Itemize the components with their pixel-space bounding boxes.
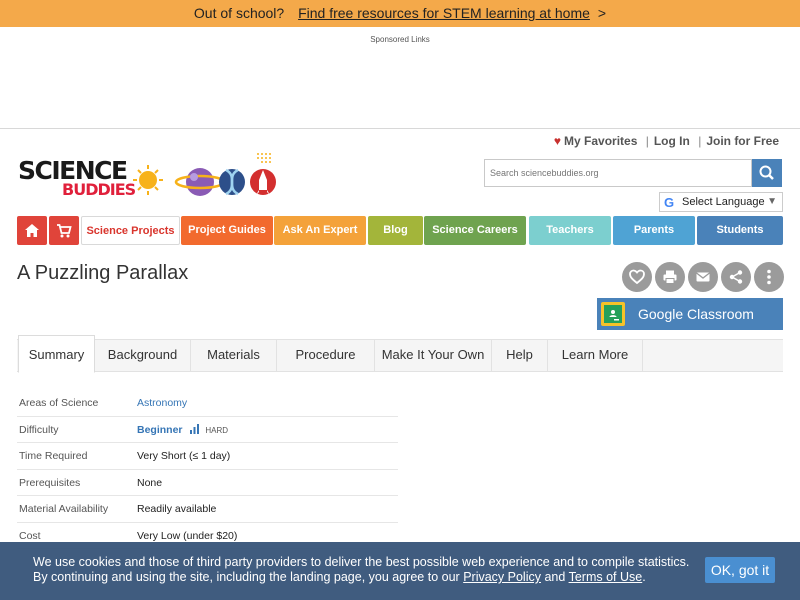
more-icon <box>767 269 771 285</box>
table-row: Areas of Science Astronomy <box>17 390 398 417</box>
fact-key: Material Availability <box>19 503 109 515</box>
promo-lead: Out of school? <box>193 5 285 21</box>
logo-text-buddies: BUDDIES <box>62 180 136 199</box>
nav-ask-an-expert[interactable]: Ask An Expert <box>274 216 366 245</box>
nav-parents[interactable]: Parents <box>613 216 695 245</box>
language-select[interactable]: G Select Language ▼ <box>659 192 783 212</box>
nav-science-projects[interactable]: Science Projects <box>81 216 180 245</box>
project-tabs: Summary Background Materials Procedure M… <box>17 335 783 373</box>
fact-key: Difficulty <box>19 423 59 436</box>
fact-value-link[interactable]: Astronomy <box>137 397 187 409</box>
fact-key: Cost <box>19 529 41 542</box>
table-row: Difficulty Beginner HARD <box>17 417 398 443</box>
cookie-and-text: and <box>544 570 566 584</box>
share-icon <box>729 270 743 284</box>
nav-science-careers[interactable]: Science Careers <box>424 216 526 245</box>
promo-link[interactable]: Find free resources for STEM learning at… <box>298 5 590 21</box>
google-classroom-label: Google Classroom <box>638 306 754 322</box>
heart-icon: ♥ <box>553 134 562 148</box>
print-icon <box>663 270 677 284</box>
difficulty-value: Beginner HARD <box>137 423 229 436</box>
search-input[interactable] <box>484 159 752 187</box>
more-button[interactable] <box>754 262 784 292</box>
dropdown-caret-icon: ▼ <box>767 196 777 207</box>
cookie-period: . <box>642 570 646 584</box>
login-link[interactable]: Log In <box>654 134 690 148</box>
google-g-icon: G <box>664 195 675 210</box>
tab-background[interactable]: Background <box>95 339 191 372</box>
fact-value: Very Low (under $20) <box>137 529 238 542</box>
tab-learn-more[interactable]: Learn More <box>548 339 643 372</box>
my-favorites-link[interactable]: My Favorites <box>564 134 637 148</box>
header-divider <box>0 128 800 129</box>
cookie-line-1: We use cookies and those of third party … <box>33 555 690 569</box>
language-label: Select Language <box>682 196 765 208</box>
table-row: Time Required Very Short (≤ 1 day) <box>17 443 398 470</box>
cookie-line-2-text: By continuing and using the site, includ… <box>33 570 460 584</box>
promo-bar: Out of school? Find free resources for S… <box>0 0 800 27</box>
cart-icon <box>57 224 72 238</box>
site-logo[interactable]: SCIENCE BUDDIES <box>18 150 278 205</box>
home-icon <box>25 224 39 237</box>
cookie-ok-button[interactable]: OK, got it <box>705 557 775 583</box>
table-row: Prerequisites None <box>17 470 398 496</box>
join-link[interactable]: Join for Free <box>706 134 779 148</box>
tab-summary[interactable]: Summary <box>18 335 95 373</box>
cookie-banner: We use cookies and those of third party … <box>0 542 800 600</box>
sponsored-label: Sponsored Links <box>370 35 430 44</box>
ad-space <box>0 48 800 128</box>
fact-value: None <box>137 476 163 489</box>
project-facts-table: Areas of Science Astronomy Difficulty Be… <box>17 390 398 549</box>
nav-teachers[interactable]: Teachers <box>529 216 611 245</box>
google-classroom-icon <box>601 302 625 326</box>
fact-key: Prerequisites <box>19 476 81 489</box>
separator: | <box>645 134 649 148</box>
tab-help[interactable]: Help <box>492 339 548 372</box>
nav-project-guides[interactable]: Project Guides <box>181 216 273 245</box>
cookie-message: We use cookies and those of third party … <box>33 555 689 585</box>
difficulty-hard-label: HARD <box>205 425 229 435</box>
search-button[interactable] <box>752 159 782 187</box>
separator: | <box>698 134 702 148</box>
terms-of-use-link[interactable]: Terms of Use <box>569 570 643 584</box>
heart-icon <box>629 269 645 285</box>
difficulty-bars-icon <box>190 423 200 434</box>
nav-blog[interactable]: Blog <box>368 216 423 245</box>
nav-cart[interactable] <box>49 216 79 245</box>
table-row: Material Availability Readily available <box>17 496 398 523</box>
search-icon <box>759 165 774 180</box>
page-title: A Puzzling Parallax <box>17 262 189 284</box>
account-links: ♥ My Favorites | Log In | Join for Free <box>554 134 779 148</box>
tab-procedure[interactable]: Procedure <box>277 339 375 372</box>
tab-materials[interactable]: Materials <box>191 339 277 372</box>
privacy-policy-link[interactable]: Privacy Policy <box>463 570 541 584</box>
fact-key: Areas of Science <box>19 397 99 409</box>
favorite-button[interactable] <box>622 262 652 292</box>
promo-arrow[interactable]: > <box>598 5 606 21</box>
logo-graphic <box>133 153 276 196</box>
nav-students[interactable]: Students <box>697 216 783 245</box>
nav-home[interactable] <box>17 216 47 245</box>
difficulty-level[interactable]: Beginner <box>137 424 183 436</box>
share-button[interactable] <box>721 262 751 292</box>
email-button[interactable] <box>688 262 718 292</box>
fact-value: Very Short (≤ 1 day) <box>137 450 231 462</box>
search-box <box>484 159 782 187</box>
fact-key: Time Required <box>19 450 88 462</box>
fact-value: Readily available <box>137 503 217 515</box>
cookie-line-2: By continuing and using the site, includ… <box>33 570 689 585</box>
tab-make-it-your-own[interactable]: Make It Your Own <box>375 339 492 372</box>
print-button[interactable] <box>655 262 685 292</box>
email-icon <box>696 272 710 282</box>
action-icons <box>622 262 784 292</box>
google-classroom-button[interactable]: Google Classroom <box>597 298 783 330</box>
